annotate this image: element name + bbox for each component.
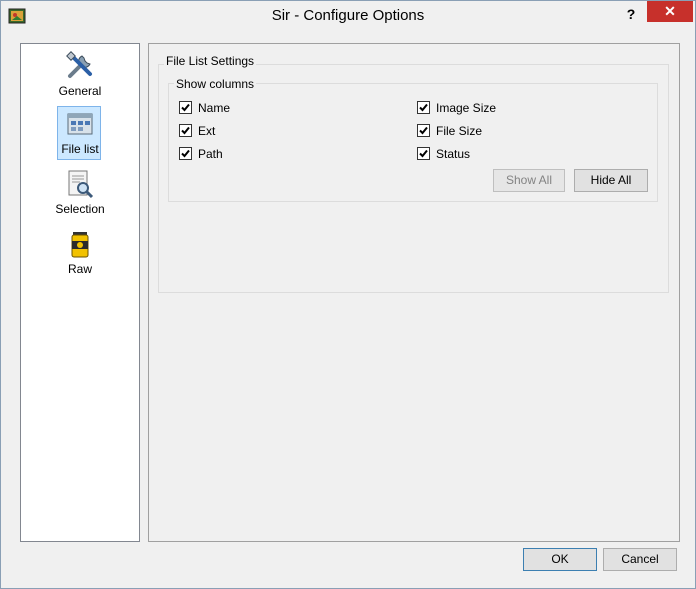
sidebar-item-label: Raw (67, 262, 92, 276)
checkbox-label: File Size (436, 124, 483, 138)
checkbox-checked[interactable] (179, 124, 192, 137)
checkbox-label: Image Size (436, 101, 497, 115)
window-title: Sir - Configure Options (271, 7, 425, 24)
help-button[interactable]: ? (619, 3, 643, 25)
checkbox-label: Path (198, 147, 223, 161)
sidebar-item-file-list[interactable]: File list (21, 106, 139, 160)
close-button[interactable]: ✕ (647, 1, 693, 22)
selection-icon (64, 168, 96, 200)
sidebar-item-label: General (58, 84, 102, 98)
column-image-size-checkbox[interactable]: Image Size (417, 100, 496, 116)
raw-icon (64, 228, 96, 260)
checkbox-checked[interactable] (179, 147, 192, 160)
sidebar-item-selection[interactable]: Selection (21, 168, 139, 216)
ok-button[interactable]: OK (523, 548, 597, 571)
show-all-button[interactable]: Show All (493, 169, 565, 192)
checkbox-label: Status (436, 147, 471, 161)
column-path-checkbox[interactable]: Path (179, 146, 223, 162)
title-bar: Sir - Configure Options ? ✕ (1, 1, 695, 32)
checkbox-label: Ext (198, 124, 216, 138)
sidebar-item-raw[interactable]: Raw (21, 228, 139, 276)
column-file-size-checkbox[interactable]: File Size (417, 123, 482, 139)
hide-all-button[interactable]: Hide All (574, 169, 648, 192)
sidebar-item-label: File list (61, 142, 99, 156)
cancel-button[interactable]: Cancel (603, 548, 677, 571)
checkbox-checked[interactable] (417, 124, 430, 137)
column-name-checkbox[interactable]: Name (179, 100, 230, 116)
sidebar-item-general[interactable]: General (21, 50, 139, 98)
configure-options-window: Sir - Configure Options ? ✕ General File… (0, 0, 696, 589)
options-sidebar: General File list Selection Raw (20, 43, 140, 542)
file-list-settings-title: File List Settings (164, 54, 257, 68)
checkbox-checked[interactable] (179, 101, 192, 114)
checkbox-checked[interactable] (417, 101, 430, 114)
column-status-checkbox[interactable]: Status (417, 146, 470, 162)
column-ext-checkbox[interactable]: Ext (179, 123, 215, 139)
settings-panel: File List Settings Show columns Name Ext… (148, 43, 680, 542)
file-list-icon (64, 108, 96, 140)
checkbox-label: Name (198, 101, 231, 115)
checkbox-checked[interactable] (417, 147, 430, 160)
tools-icon (64, 50, 96, 82)
show-columns-title: Show columns (174, 77, 257, 91)
sidebar-item-label: Selection (55, 202, 105, 216)
